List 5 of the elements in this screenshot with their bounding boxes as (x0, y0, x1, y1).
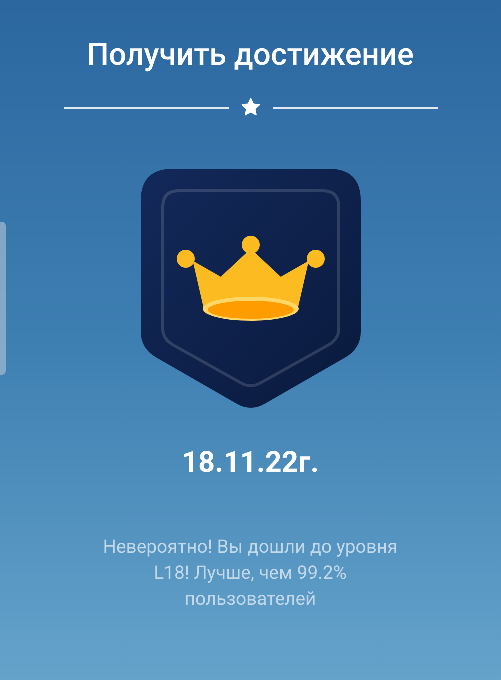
screen-title: Получить достижение (87, 36, 414, 74)
star-icon (240, 98, 260, 117)
achievement-message: Невероятно! Вы дошли до уровня L18! Лучше, чем 99.2% пользователей (102, 535, 399, 612)
crown-badge-icon (140, 169, 360, 410)
achievement-date: 18.11.22г. (182, 446, 320, 480)
